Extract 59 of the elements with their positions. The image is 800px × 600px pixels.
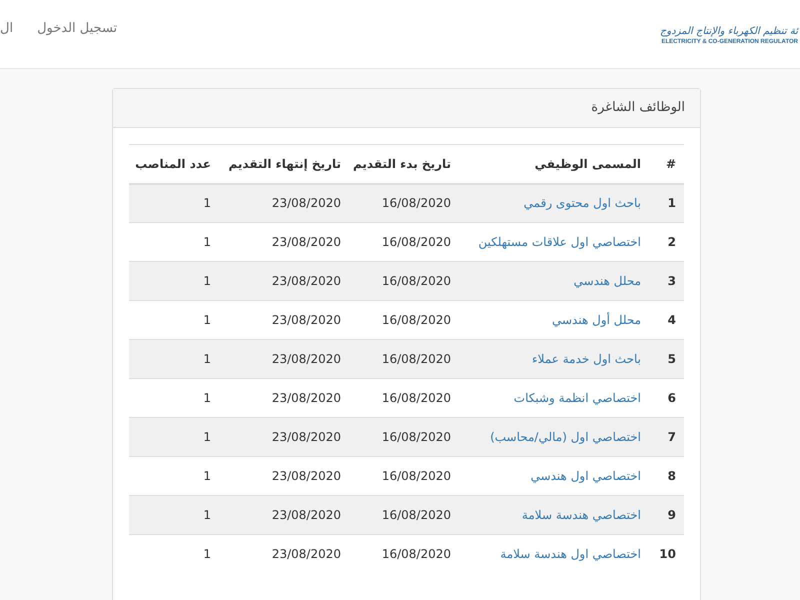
start-date: 16/08/2020: [382, 547, 451, 562]
row-number: 6: [668, 391, 676, 405]
start-date: 16/08/2020: [382, 508, 451, 522]
column-header: عدد المناصب: [129, 144, 219, 184]
job-title-link[interactable]: اختصاصي انظمة وشبكات: [514, 391, 641, 405]
column-header: المسمى الوظيفي: [459, 144, 649, 184]
positions-count: 1: [203, 508, 211, 522]
positions-count: 1: [203, 235, 211, 249]
positions-count: 1: [203, 469, 211, 483]
row-number: 3: [668, 274, 676, 288]
row-number: 5: [668, 352, 676, 366]
start-date: 16/08/2020: [382, 235, 451, 249]
row-number: 10: [659, 547, 676, 562]
positions-count: 1: [203, 391, 211, 405]
end-date: 23/08/2020: [272, 547, 341, 562]
row-number: 2: [668, 235, 676, 249]
job-title-link[interactable]: اختصاصي اول هندسة سلامة: [500, 547, 641, 562]
positions-count: 1: [203, 274, 211, 288]
positions-count: 1: [203, 430, 211, 444]
column-header: تاريخ بدء التقديم: [349, 144, 459, 184]
nav-link[interactable]: تسجيل الدخول: [37, 19, 118, 39]
positions-count: 1: [203, 313, 211, 327]
end-date: 23/08/2020: [272, 196, 341, 210]
row-number: 9: [668, 508, 676, 522]
job-title-link[interactable]: باحث اول خدمة عملاء: [532, 352, 641, 366]
column-header: تاريخ إنتهاء التقديم: [219, 144, 349, 184]
job-title-link[interactable]: باحث اول محتوى رقمي: [524, 196, 641, 210]
job-title-link[interactable]: اختصاصي هندسة سلامة: [522, 508, 641, 522]
job-title-link[interactable]: اختصاصي اول (مالي/محاسب): [490, 430, 641, 444]
end-date: 23/08/2020: [272, 235, 341, 249]
start-date: 16/08/2020: [382, 352, 451, 366]
row-number: 7: [668, 430, 676, 444]
row-number: 4: [668, 313, 676, 327]
job-title-link[interactable]: اختصاصي اول هندسي: [530, 469, 641, 483]
end-date: 23/08/2020: [272, 313, 341, 327]
end-date: 23/08/2020: [272, 469, 341, 483]
job-title-link[interactable]: اختصاصي اول علاقات مستهلكين: [478, 235, 641, 249]
row-number: 1: [668, 196, 676, 210]
end-date: 23/08/2020: [272, 274, 341, 288]
start-date: 16/08/2020: [382, 196, 451, 210]
end-date: 23/08/2020: [272, 391, 341, 405]
start-date: 16/08/2020: [382, 274, 451, 288]
column-header: #: [649, 144, 684, 184]
logo-arabic-text: ئة تنظيم الكهرباء والإنتاج المزدوج: [660, 26, 798, 38]
end-date: 23/08/2020: [272, 352, 341, 366]
positions-count: 1: [203, 196, 211, 210]
positions-count: 1: [203, 352, 211, 366]
panel-heading: الوظائف الشاغرة: [113, 89, 700, 128]
nav-link[interactable]: ال: [0, 19, 14, 39]
end-date: 23/08/2020: [272, 508, 341, 522]
start-date: 16/08/2020: [382, 313, 451, 327]
positions-count: 1: [203, 547, 211, 562]
start-date: 16/08/2020: [382, 430, 451, 444]
end-date: 23/08/2020: [272, 430, 341, 444]
start-date: 16/08/2020: [382, 391, 451, 405]
row-number: 8: [668, 469, 676, 483]
start-date: 16/08/2020: [382, 469, 451, 483]
job-title-link[interactable]: محلل أول هندسي: [552, 313, 641, 327]
job-title-link[interactable]: محلل هندسي: [574, 274, 641, 288]
